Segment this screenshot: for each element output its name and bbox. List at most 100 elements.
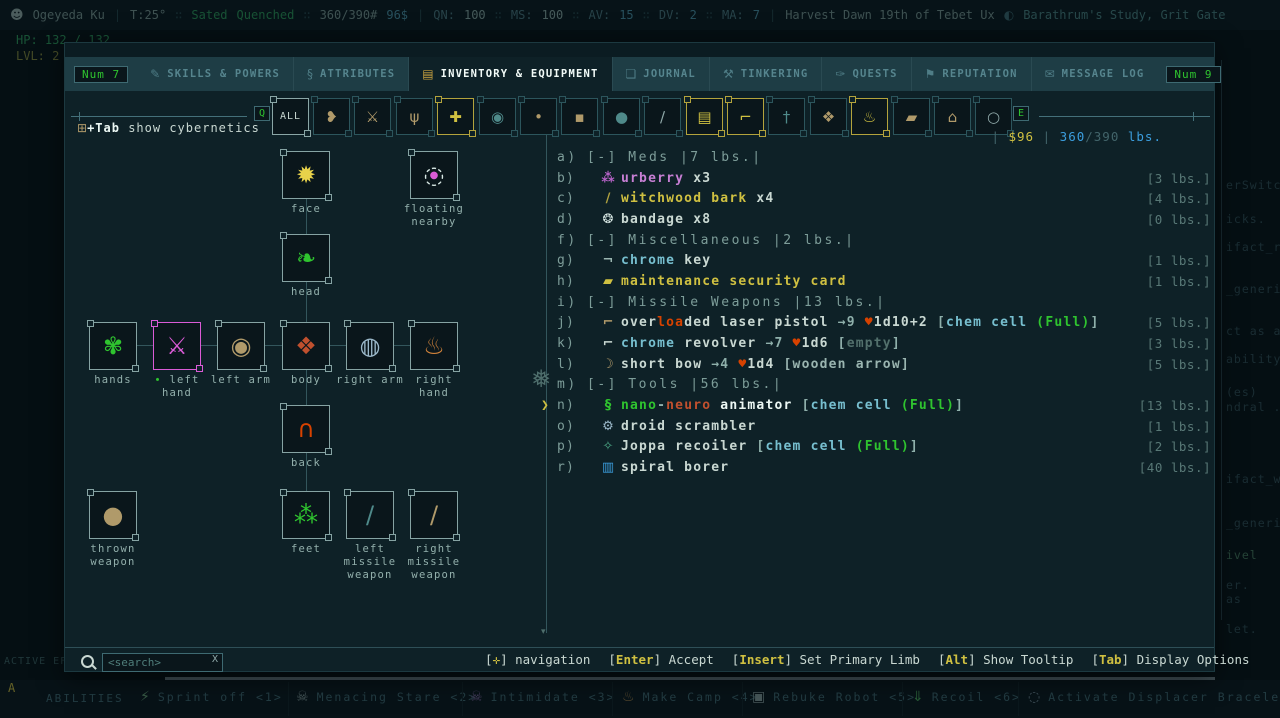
filter-applicators-icon: ∕ (659, 107, 666, 126)
filter-energy-cells[interactable]: ▪ (559, 96, 600, 137)
tab-tinkering[interactable]: ⚒ TINKERING (708, 57, 821, 91)
slot-face[interactable]: ✹ (280, 149, 332, 201)
filter-grenades[interactable]: ● (601, 96, 642, 137)
slot-right-arm[interactable]: ◍ (344, 320, 396, 372)
filter-melee-weapons[interactable]: ⚔ (352, 96, 393, 137)
item-hotkey-label: i) (557, 294, 578, 310)
filter-natural-weapons[interactable]: ψ (394, 96, 435, 137)
item-text-segment: [wooden arrow] (783, 356, 910, 372)
slot-label-text: left missile weapon (343, 543, 397, 581)
inventory-item-row[interactable]: l) ☽ short bow →4 ♥ 1d4 [wooden arrow] [5 lb… (557, 354, 1213, 375)
inventory-item-row[interactable]: h) ▰ maintenance security card [1 lbs.] (557, 271, 1213, 292)
hotkey-set-primary-limb[interactable]: [Insert] Set Primary Limb (732, 652, 920, 667)
filter-all[interactable]: ALL (270, 96, 311, 137)
inventory-item-row[interactable]: j) ⌐ over loa ded laser pistol →9 ♥ 1d10+2 [c… (557, 313, 1213, 334)
filter-swords[interactable]: † (766, 96, 807, 137)
filter-meds-icon: ✚ (449, 107, 462, 126)
filter-tools[interactable]: ♨ (849, 96, 890, 137)
filter-applicators[interactable]: ∕ (642, 96, 683, 137)
inventory-item-row[interactable]: p) ✧ Joppa recoiler [chem cell (Full)] [2 l… (557, 437, 1213, 458)
item-text-segment: 1d6 (801, 336, 838, 352)
tab-reputation[interactable]: ⚑ REPUTATION (910, 57, 1031, 91)
filter-ammo[interactable]: • (518, 96, 559, 137)
filter-prev-key-hint: Q (254, 106, 271, 121)
filter-meds[interactable]: ✚ (435, 96, 476, 137)
hotkey-set-primary-limb-label: Set Primary Limb (799, 652, 920, 667)
item-text-segment: →4 (711, 356, 739, 372)
bracket: [ (608, 652, 616, 667)
hotkey-accept[interactable]: [Enter] Accept (608, 652, 713, 667)
inventory-category-row[interactable]: f) [-] Miscellaneous |2 lbs.| (557, 230, 1213, 251)
hotkey-display-options[interactable]: [Tab] Display Options (1091, 652, 1249, 667)
filter-food-icon: ❥ (325, 107, 338, 126)
category-header-text: [-] Missile Weapons |13 lbs.| (587, 294, 887, 310)
inventory-item-row[interactable]: o) ⚙ droid scrambler [1 lbs.] (557, 416, 1213, 437)
slot-back[interactable]: ∩ (280, 403, 332, 455)
slot-label-text: feet (290, 543, 322, 555)
slot-face-label: face (269, 203, 343, 216)
inventory-category-row[interactable]: m) [-] Tools |56 lbs.| (557, 375, 1213, 396)
bracket: [ (1091, 652, 1099, 667)
inventory-item-row[interactable]: r) ▥ spiral borer [40 lbs.] (557, 457, 1213, 478)
rifle-icon: ∕ (429, 501, 439, 529)
item-text-segment: spiral borer (621, 460, 730, 476)
inventory-item-row[interactable]: ❯ n) § nano - neuro animator [chem cell (Full… (541, 395, 1213, 416)
item-text-segment: →9 (837, 315, 865, 331)
slot-label-text: back (290, 457, 322, 469)
slot-right-hand[interactable]: ♨ (408, 320, 460, 372)
laser-pistol-icon: ⌐ (602, 315, 614, 331)
slot-head[interactable]: ❧ (280, 232, 332, 284)
window-top-strip (65, 43, 1214, 57)
item-text-segment: [ (837, 336, 847, 352)
item-text-segment: (Full) (900, 398, 956, 414)
filter-armor[interactable]: ❖ (808, 96, 849, 137)
bracket: ] (500, 652, 516, 667)
filter-data-cards[interactable]: ▰ (891, 96, 932, 137)
face-mask-icon: ✹ (295, 161, 317, 189)
tab-inventory-equipment[interactable]: ▤ INVENTORY & EQUIPMENT (408, 57, 612, 91)
slot-label-text: right missile weapon (407, 543, 461, 581)
tab-attributes[interactable]: § ATTRIBUTES (293, 57, 408, 91)
slot-left-missile-weapon[interactable]: ∕ (344, 489, 396, 541)
search-clear-button[interactable]: X (212, 654, 218, 665)
filter-bags[interactable]: ⌂ (932, 96, 973, 137)
inventory-category-row[interactable]: i) [-] Missile Weapons |13 lbs.| (557, 292, 1213, 313)
item-text-segment: ] (1090, 315, 1100, 331)
inventory-item-row[interactable]: k) ⌐ chrome revolver →7 ♥ 1d6 [empty] [3 lbs… (557, 333, 1213, 354)
inventory-item-row[interactable]: d) ❂ bandage x8 [0 lbs.] (557, 209, 1213, 230)
filter-food[interactable]: ❥ (311, 96, 352, 137)
bracket: ] (968, 652, 984, 667)
slot-hands-label: hands (76, 374, 150, 387)
tab-message-log[interactable]: ✉ MESSAGE LOG (1030, 57, 1158, 91)
slot-label-text: right hand (415, 374, 453, 399)
filter-miscellaneous[interactable]: ▤ (684, 96, 725, 137)
filter-shields[interactable]: ◉ (477, 96, 518, 137)
hotkey-navigation[interactable]: [✛] navigation (485, 652, 590, 667)
hotkey-show-tooltip[interactable]: [Alt] Show Tooltip (938, 652, 1073, 667)
tab-quests[interactable]: ✑ QUESTS (821, 57, 910, 91)
filter-grenades-icon: ● (614, 107, 629, 126)
item-text-segment: ded laser pistol (684, 315, 838, 331)
slot-left-arm[interactable]: ◉ (215, 320, 267, 372)
slot-floating-nearby[interactable]: ◌ ● (408, 149, 460, 201)
item-text-segment: 1d10+2 (873, 315, 937, 331)
inventory-item-row[interactable]: b) ⁂ urberry x3 [3 lbs.] (557, 168, 1213, 189)
slot-hands[interactable]: ✾ (87, 320, 139, 372)
slot-thrown-weapon[interactable]: ● (87, 489, 139, 541)
item-text-segment: revolver (684, 336, 766, 352)
slot-body[interactable]: ❖ (280, 320, 332, 372)
slot-feet[interactable]: ⁂ (280, 489, 332, 541)
filter-rail-right-tick (1193, 112, 1194, 121)
inventory-item-row[interactable]: c) ∕ witchwood bark x4 [4 lbs.] (557, 188, 1213, 209)
slot-label-text: head (290, 286, 322, 298)
slot-left-hand[interactable]: ⚔ (151, 320, 203, 372)
item-text-segment: (Full) (1036, 315, 1091, 331)
tab-skills-powers[interactable]: ✎ SKILLS & POWERS (137, 57, 293, 91)
item-hotkey-label: h) (557, 273, 576, 289)
inventory-item-row[interactable]: g) ¬ chrome key [1 lbs.] (557, 250, 1213, 271)
filter-missile-weapons[interactable]: ⌐ (725, 96, 766, 137)
tab-journal[interactable]: ❏ JOURNAL (611, 57, 709, 91)
search-input[interactable] (102, 653, 223, 672)
slot-right-missile-weapon[interactable]: ∕ (408, 489, 460, 541)
inventory-category-row[interactable]: a) [-] Meds |7 lbs.| (557, 147, 1213, 168)
